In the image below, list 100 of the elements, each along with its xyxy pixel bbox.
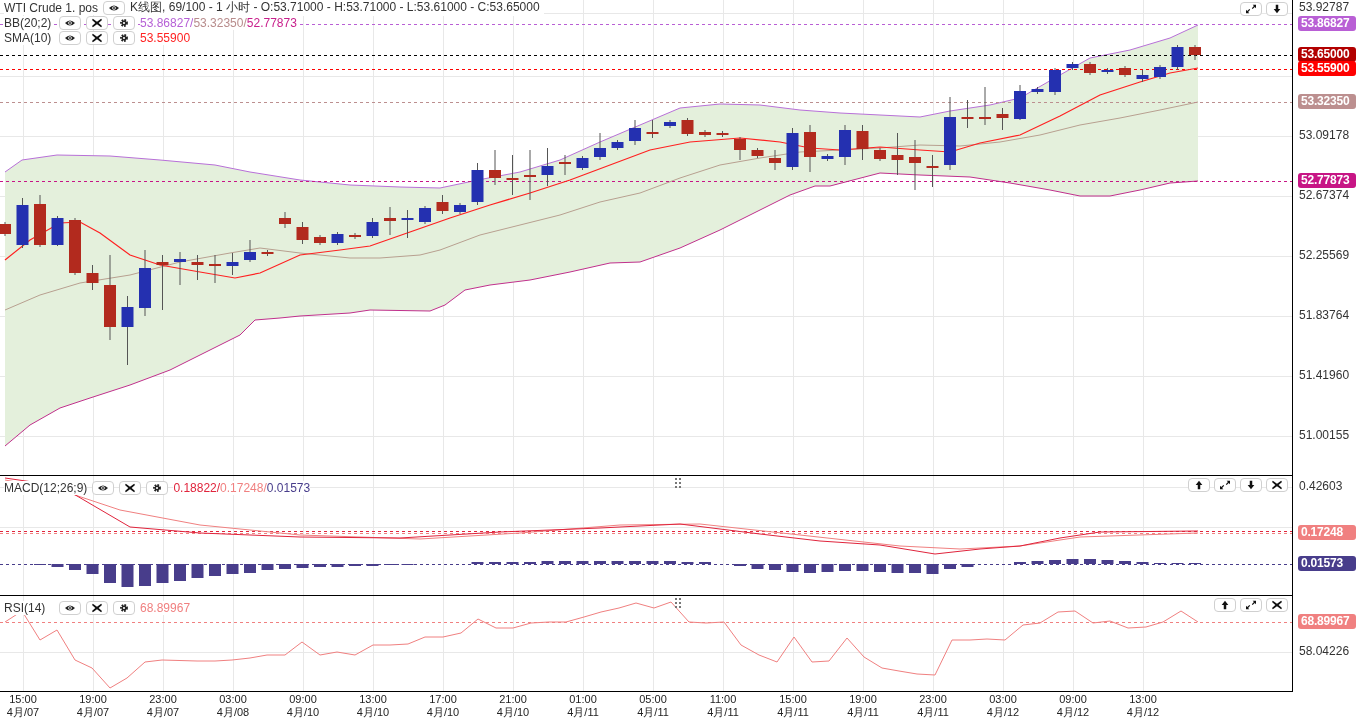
visibility-button[interactable] xyxy=(92,480,115,495)
candlestick xyxy=(506,154,519,196)
candlestick xyxy=(0,221,11,237)
candlestick xyxy=(594,132,606,161)
histogram-bar xyxy=(156,564,169,583)
candlestick xyxy=(1154,64,1166,80)
move-up-button[interactable] xyxy=(1188,478,1210,492)
date-label: 4月/11 xyxy=(637,706,669,719)
histogram-bar xyxy=(804,564,816,573)
visibility-button[interactable] xyxy=(59,15,81,30)
close-icon xyxy=(91,17,103,28)
histogram-bar xyxy=(1049,560,1061,564)
axis-label: 52.25569 xyxy=(1299,248,1350,262)
histogram-bar xyxy=(751,564,764,569)
candlestick xyxy=(261,249,274,257)
candlestick xyxy=(751,147,764,159)
close-icon xyxy=(91,32,103,43)
histogram-bar xyxy=(664,561,676,564)
histogram-bar xyxy=(646,561,659,564)
time-label: 23:00 xyxy=(149,693,177,706)
expand-icon xyxy=(1219,480,1231,490)
candlestick xyxy=(244,239,256,263)
axis-label: 51.83764 xyxy=(1299,308,1350,322)
candlestick xyxy=(1171,44,1184,71)
time-label: 05:00 xyxy=(639,693,667,706)
time-label: 13:00 xyxy=(359,693,387,706)
histogram-bar xyxy=(209,564,221,576)
remove-button[interactable] xyxy=(86,30,108,45)
up-arrow-icon xyxy=(1193,480,1205,490)
candlestick xyxy=(331,231,344,246)
indicator-value: 0.01573 xyxy=(266,480,311,495)
candlestick xyxy=(979,86,991,126)
close-icon xyxy=(1271,480,1283,490)
remove-button[interactable] xyxy=(86,15,108,30)
date-label: 4月/10 xyxy=(426,706,460,719)
histogram-bar xyxy=(104,564,116,583)
date-label: 4月/11 xyxy=(917,706,949,719)
candlestick xyxy=(296,221,309,245)
price-summary: K线图, 69/100 - 1 小时 - O:53.71000 - H:53.71000 - L:53.61000 - C:53.65000 xyxy=(130,0,540,16)
histogram-bar xyxy=(559,561,571,564)
histogram-bar xyxy=(191,564,204,578)
candlestick xyxy=(156,254,169,311)
visibility-button[interactable] xyxy=(59,30,81,45)
maximize-button[interactable] xyxy=(1240,2,1262,16)
candlestick xyxy=(996,107,1009,131)
settings-icon xyxy=(118,602,130,613)
indicator-value: 53.55900 xyxy=(140,30,191,45)
candlestick xyxy=(1136,69,1149,83)
remove-button[interactable] xyxy=(119,480,142,495)
candlestick xyxy=(1101,67,1114,75)
histogram-bar xyxy=(314,564,326,567)
candlestick xyxy=(401,209,414,239)
settings-button[interactable] xyxy=(146,480,169,495)
maximize-button[interactable] xyxy=(1214,478,1236,492)
move-down-button[interactable] xyxy=(1266,2,1288,16)
settings-icon xyxy=(118,32,130,43)
histogram-bar xyxy=(226,564,239,574)
candlestick xyxy=(646,119,659,139)
move-up-button[interactable] xyxy=(1214,598,1236,612)
remove-button[interactable] xyxy=(86,600,108,615)
close-icon xyxy=(1271,600,1283,610)
settings-button[interactable] xyxy=(113,600,135,615)
settings-icon xyxy=(151,482,164,493)
time-label: 09:00 xyxy=(1059,693,1087,706)
candlestick xyxy=(839,124,851,166)
histogram-bar xyxy=(926,564,939,574)
indicator-name: SMA(10) xyxy=(4,30,54,45)
drag-handle-icon[interactable] xyxy=(675,598,681,608)
chart-title: WTI Crude 1. pos xyxy=(4,0,99,15)
candlestick xyxy=(279,211,291,229)
histogram-bar xyxy=(821,564,834,572)
candlestick xyxy=(559,154,571,176)
price-tag: 53.55900 xyxy=(1298,61,1356,76)
drag-handle-icon[interactable] xyxy=(675,478,681,488)
candlestick xyxy=(314,234,326,246)
visibility-button[interactable] xyxy=(59,600,81,615)
remove-button[interactable] xyxy=(1266,598,1288,612)
histogram-bar xyxy=(891,564,904,573)
move-down-button[interactable] xyxy=(1240,478,1262,492)
histogram-bar xyxy=(69,564,81,570)
visibility-button[interactable] xyxy=(103,0,126,15)
settings-button[interactable] xyxy=(113,15,135,30)
maximize-button[interactable] xyxy=(1240,598,1262,612)
settings-button[interactable] xyxy=(113,30,135,45)
candlestick xyxy=(681,117,694,137)
date-label: 4月/08 xyxy=(216,706,250,719)
candlestick xyxy=(1084,61,1096,76)
candlestick xyxy=(209,254,221,284)
remove-button[interactable] xyxy=(1266,478,1288,492)
time-label: 21:00 xyxy=(499,693,527,706)
histogram-bar xyxy=(261,564,274,570)
histogram-bar xyxy=(541,561,554,564)
date-label: 4月/10 xyxy=(286,706,320,719)
up-arrow-icon xyxy=(1219,600,1231,610)
candlestick xyxy=(611,139,624,151)
candlestick xyxy=(856,124,869,161)
histogram-bar xyxy=(961,564,974,567)
axis-label: 53.09178 xyxy=(1299,128,1350,142)
candlestick xyxy=(1119,65,1131,78)
expand-icon xyxy=(1245,4,1257,14)
